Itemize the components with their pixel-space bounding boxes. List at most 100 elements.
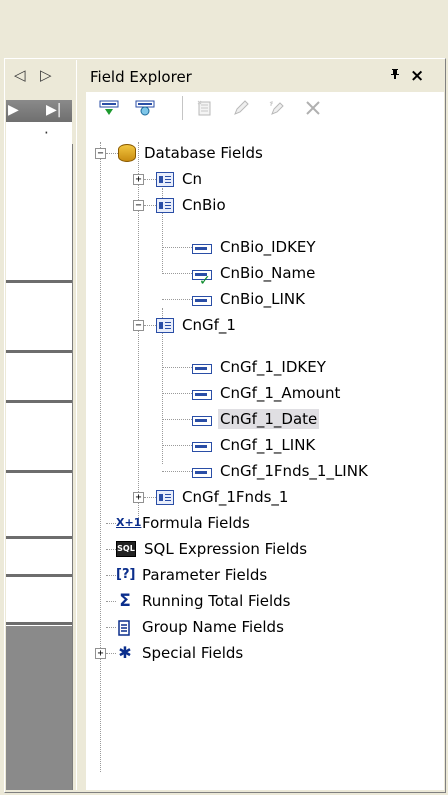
browse-field-icon: [135, 100, 155, 116]
close-icon[interactable]: ×: [410, 66, 424, 86]
tree-node-database-fields[interactable]: Database Fields: [118, 142, 265, 164]
section-divider[interactable]: [6, 350, 72, 354]
section-divider[interactable]: [6, 470, 72, 474]
tree-node-label: CnBio_IDKEY: [220, 238, 316, 256]
tree-node-label: CnBio_Name: [220, 264, 316, 282]
pin-icon[interactable]: [389, 68, 401, 84]
tree-node-special-fields[interactable]: ✱ Special Fields: [116, 642, 245, 664]
new-button[interactable]: [194, 98, 216, 118]
tree-node-group-name-fields[interactable]: Group Name Fields: [116, 616, 286, 638]
rename-icon: [269, 101, 284, 115]
report-pane: ◁ ▷ ▶ ▶| · ·: [6, 60, 76, 790]
browse-field-button[interactable]: [134, 98, 156, 118]
tree-line: [106, 627, 116, 628]
database-icon: [118, 144, 136, 162]
tree-node-label: CnGf_1_IDKEY: [220, 358, 326, 376]
rename-button[interactable]: [266, 98, 288, 118]
tree-node-label: CnGf_1Fnds_1: [182, 488, 289, 506]
tree-node-field-selected[interactable]: CnGf_1_Date: [192, 408, 320, 430]
special-fields-icon: ✱: [118, 643, 132, 662]
tree-line: [144, 497, 156, 498]
tree-node-field[interactable]: CnBio_LINK: [192, 288, 307, 310]
expand-toggle[interactable]: +: [95, 648, 106, 659]
section-divider[interactable]: [6, 536, 72, 540]
formula-icon: X+1: [116, 516, 142, 529]
last-page-icon[interactable]: ▶|: [46, 102, 61, 118]
field-used-icon: ✓: [192, 269, 212, 289]
tree-node-label: Running Total Fields: [142, 592, 291, 610]
tree-node-label: CnBio_LINK: [220, 290, 305, 308]
tree-line: [162, 273, 192, 274]
section-divider[interactable]: [6, 574, 72, 578]
tree-node-field[interactable]: CnGf_1_IDKEY: [192, 356, 328, 378]
tab-prev-arrow-icon[interactable]: ◁: [14, 66, 26, 84]
next-page-icon[interactable]: ▶: [8, 102, 19, 118]
ruler: · ·: [6, 122, 72, 160]
collapse-toggle[interactable]: −: [133, 200, 144, 211]
tree-line: [106, 549, 116, 550]
collapse-toggle[interactable]: −: [95, 148, 106, 159]
tree-line: [106, 153, 118, 154]
tree-node-label: Special Fields: [142, 644, 244, 662]
tree-node-field[interactable]: CnBio_IDKEY: [192, 236, 318, 258]
field-icon: [192, 363, 212, 374]
tree-line: [144, 179, 156, 180]
tree-line: [162, 471, 192, 472]
tree-node-table[interactable]: Cn: [156, 168, 204, 190]
tree-node-sql-expression-fields[interactable]: SQL SQL Expression Fields: [116, 538, 309, 560]
tree-node-label: CnGf_1_Date: [218, 409, 320, 429]
table-icon: [156, 171, 174, 187]
insert-to-report-button[interactable]: [98, 98, 120, 118]
field-icon: [192, 389, 212, 400]
tree-node-formula-fields[interactable]: X+1 Formula Fields: [116, 512, 252, 534]
top-strip: [0, 0, 448, 60]
new-icon: [197, 100, 211, 116]
pencil-icon: [234, 100, 249, 115]
tree-node-table[interactable]: CnGf_1: [156, 314, 238, 336]
expand-toggle[interactable]: +: [133, 174, 144, 185]
tree-node-parameter-fields[interactable]: [?] Parameter Fields: [116, 564, 269, 586]
delete-button[interactable]: [302, 98, 324, 118]
sql-icon: SQL: [116, 541, 136, 557]
field-icon: [192, 415, 212, 426]
delete-icon: [306, 101, 320, 115]
tree-node-label: CnGf_1_Amount: [220, 384, 341, 402]
collapse-toggle[interactable]: −: [133, 320, 144, 331]
tree-node-label: CnBio: [182, 196, 226, 214]
field-icon: [192, 467, 212, 478]
field-icon: [192, 441, 212, 452]
tree-node-table[interactable]: CnGf_1Fnds_1: [156, 486, 290, 508]
explorer-toolbar: [86, 92, 444, 124]
tree-node-label: CnGf_1: [182, 316, 236, 334]
tree-node-label: Database Fields: [144, 144, 263, 162]
tree-line: [162, 367, 192, 368]
tree-line: [138, 142, 139, 520]
tree-line: [106, 653, 116, 654]
tab-next-arrow-icon[interactable]: ▷: [40, 66, 52, 84]
tree-line: [144, 325, 156, 326]
group-name-icon: [116, 620, 134, 636]
field-icon: [192, 295, 212, 306]
tree-line: [162, 299, 192, 300]
sigma-icon: Σ: [119, 591, 131, 611]
tree-node-field[interactable]: CnGf_1_Amount: [192, 382, 342, 404]
edit-button[interactable]: [230, 98, 252, 118]
expand-toggle[interactable]: +: [133, 492, 144, 503]
insert-field-icon: [99, 100, 119, 115]
tree-node-running-total-fields[interactable]: Σ Running Total Fields: [116, 590, 292, 612]
tree-line: [100, 142, 101, 772]
tree-node-field[interactable]: CnGf_1_LINK: [192, 434, 317, 456]
field-icon: [192, 243, 212, 254]
tree-node-field[interactable]: CnGf_1Fnds_1_LINK: [192, 460, 370, 482]
tree-node-label: Cn: [182, 170, 202, 188]
tree-node-table[interactable]: CnBio: [156, 194, 228, 216]
tree-line: [162, 247, 192, 248]
tree-line: [162, 393, 192, 394]
report-canvas[interactable]: [6, 144, 73, 790]
section-divider[interactable]: [6, 280, 72, 284]
section-divider[interactable]: [6, 400, 72, 404]
tree-node-field[interactable]: ✓ CnBio_Name: [192, 262, 317, 289]
table-icon: [156, 489, 174, 505]
tree-node-label: CnGf_1Fnds_1_LINK: [220, 462, 368, 480]
parameter-icon: [?]: [116, 567, 136, 582]
